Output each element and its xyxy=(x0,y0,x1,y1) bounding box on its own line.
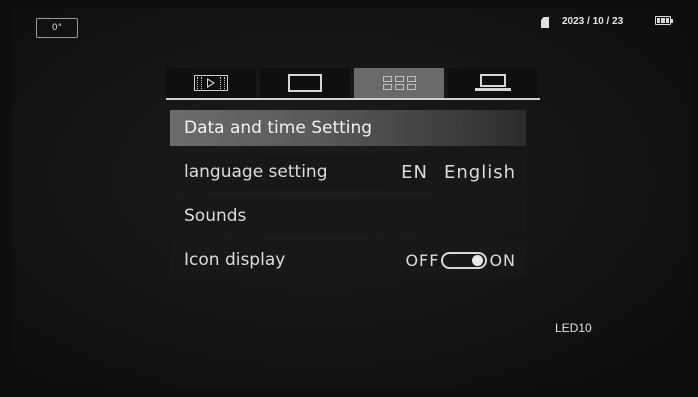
toggle-switch[interactable] xyxy=(441,251,488,269)
angle-indicator: 0° xyxy=(36,18,78,38)
menu-item-icon-display[interactable]: Icon display OFF ON xyxy=(170,242,526,278)
menu-item-label: Sounds xyxy=(184,206,247,226)
icon-display-toggle[interactable]: OFF ON xyxy=(405,251,516,270)
menu-item-label: Data and time Setting xyxy=(184,118,373,138)
language-name: English xyxy=(444,161,516,183)
menu-item-language[interactable]: language setting EN English xyxy=(170,154,526,190)
sd-card-icon xyxy=(541,17,549,28)
date-display: 2023 / 10 / 23 xyxy=(562,16,624,27)
tab-system[interactable] xyxy=(448,68,538,98)
battery-icon xyxy=(655,16,673,25)
grid-icon xyxy=(382,76,416,90)
menu-item-label: Icon display xyxy=(184,250,286,270)
language-value: EN English xyxy=(401,162,516,183)
tab-underline xyxy=(166,98,540,100)
laptop-icon xyxy=(475,74,511,92)
toggle-knob xyxy=(472,254,484,266)
tab-display-frame[interactable] xyxy=(260,68,350,98)
settings-tabs xyxy=(166,68,540,100)
led-label: LED10 xyxy=(555,321,592,335)
toggle-on-label: ON xyxy=(489,250,516,270)
menu-item-date-time[interactable]: Data and time Setting xyxy=(170,110,526,146)
angle-value: 0° xyxy=(51,23,63,33)
tab-video-playback[interactable] xyxy=(166,68,256,98)
frame-icon xyxy=(288,74,322,92)
menu-item-sounds[interactable]: Sounds xyxy=(170,198,526,234)
language-code: EN xyxy=(401,161,428,183)
tab-grid-settings[interactable] xyxy=(354,68,444,98)
video-playback-icon xyxy=(194,75,228,91)
toggle-off-label: OFF xyxy=(405,250,440,270)
menu-item-label: language setting xyxy=(184,162,328,182)
